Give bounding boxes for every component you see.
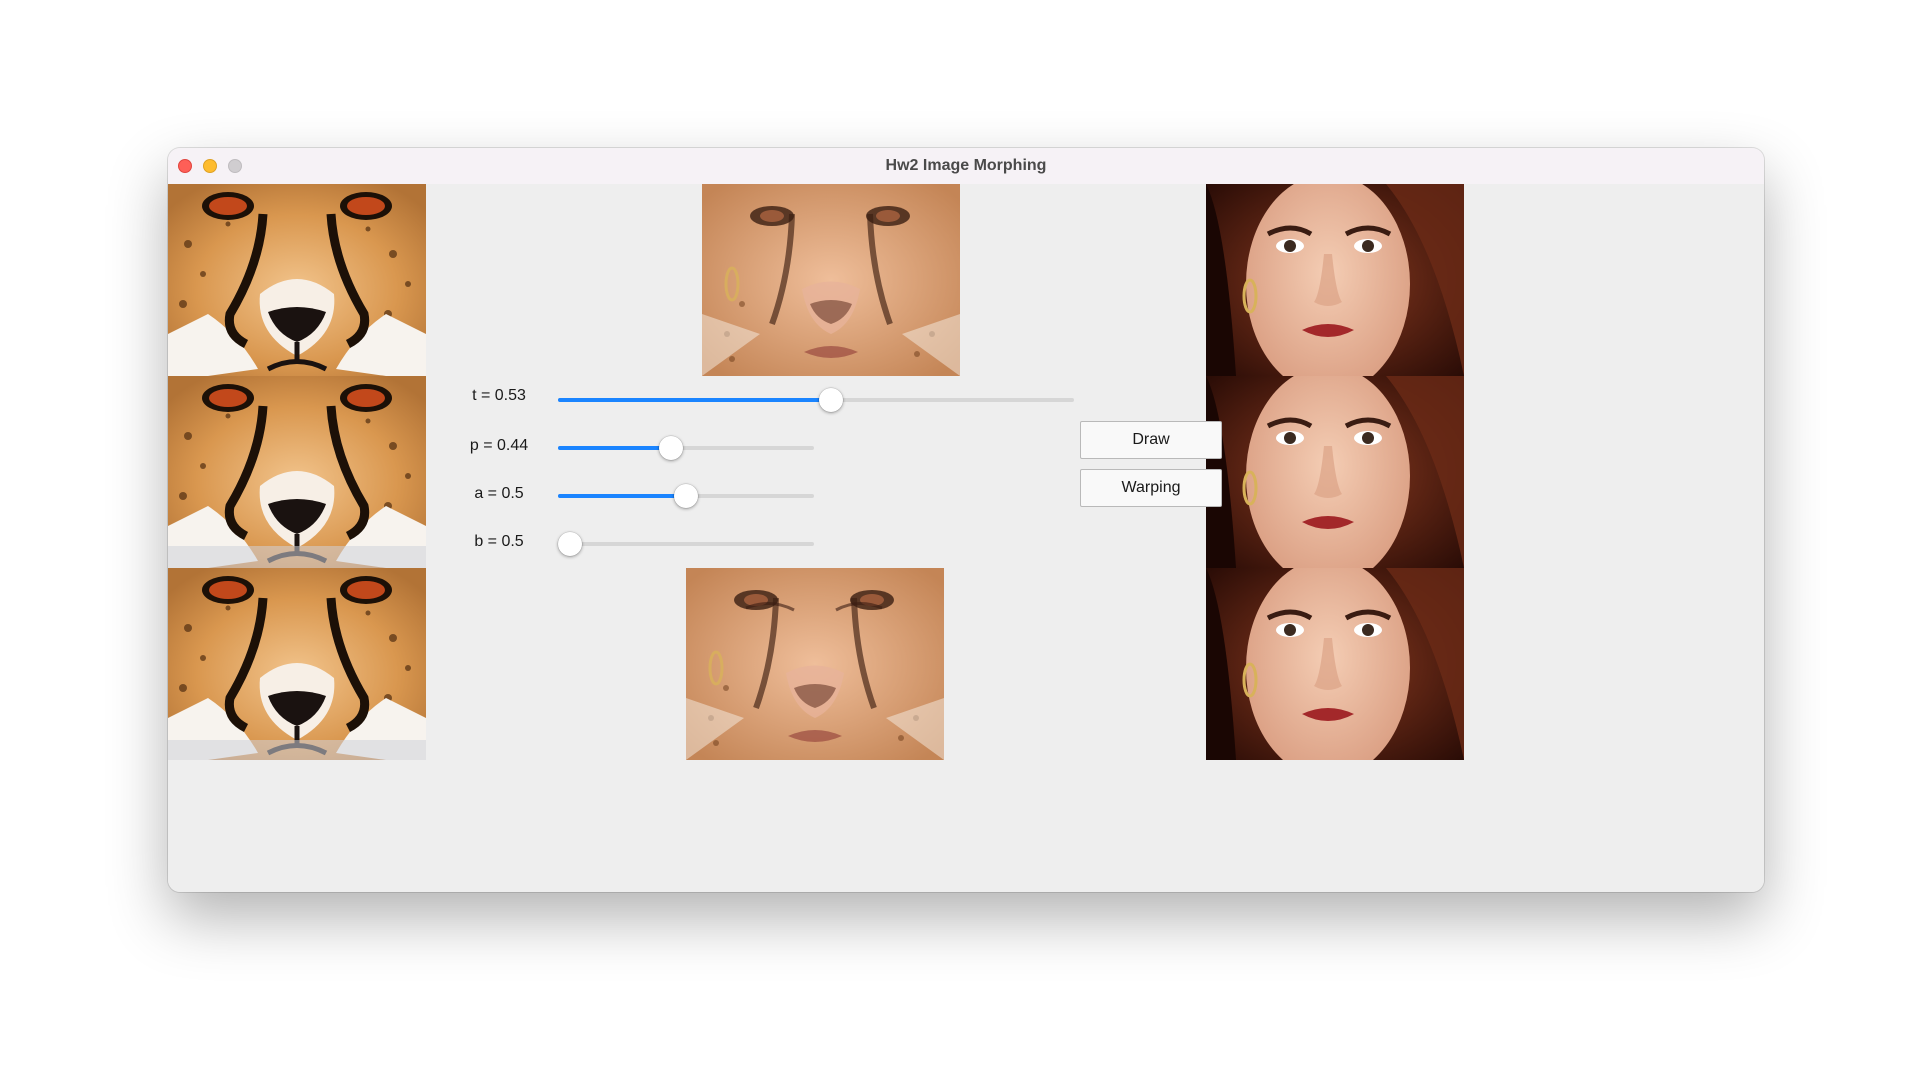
p-label: p = 0.44: [469, 437, 529, 454]
a-slider-thumb[interactable]: [674, 484, 698, 508]
window-title: Hw2 Image Morphing: [885, 157, 1047, 174]
b-slider[interactable]: [558, 532, 814, 556]
target-image-original: [1206, 184, 1464, 376]
target-image-warped-2: [1206, 568, 1464, 760]
t-label: t = 0.53: [472, 387, 526, 404]
target-image-warped-1: [1206, 376, 1464, 568]
main-content: t = 0.53 p = 0.44 a = 0.5 b = 0.5 Draw W…: [168, 184, 1764, 892]
morph-result-image: [686, 568, 944, 760]
title-bar: Hw2 Image Morphing: [168, 148, 1764, 185]
morph-preview-image: [702, 184, 960, 376]
t-slider-thumb[interactable]: [819, 388, 844, 412]
source-image-original: [168, 184, 426, 376]
source-image-warped-2: [168, 568, 426, 760]
b-slider-thumb[interactable]: [558, 532, 582, 556]
a-slider[interactable]: [558, 484, 814, 508]
source-image-warped-1: [168, 376, 426, 568]
a-label: a = 0.5: [474, 485, 524, 502]
warping-button[interactable]: Warping: [1080, 469, 1222, 507]
p-slider[interactable]: [558, 436, 814, 460]
p-slider-thumb[interactable]: [658, 436, 683, 460]
t-slider[interactable]: [558, 388, 1074, 412]
draw-button[interactable]: Draw: [1080, 421, 1222, 459]
app-window: Hw2 Image Morphing t = 0.53 p = 0.44 a =…: [168, 148, 1764, 892]
b-label: b = 0.5: [474, 533, 524, 550]
